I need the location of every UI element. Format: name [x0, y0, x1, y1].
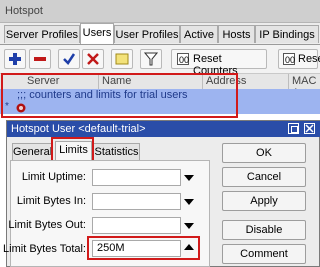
- reset-button[interactable]: 00 Reset: [278, 49, 320, 69]
- remove-button[interactable]: [29, 49, 51, 69]
- remove-icon: [34, 57, 46, 61]
- chevron-down-icon[interactable]: [184, 175, 194, 181]
- dialog-tab-general[interactable]: General: [12, 143, 53, 160]
- limit-bytes-out-label: Limit Bytes Out:: [8, 219, 86, 231]
- tab-users[interactable]: Users: [80, 23, 114, 44]
- svg-text:00: 00: [285, 55, 295, 65]
- apply-button[interactable]: Apply: [222, 191, 306, 211]
- highlight-rectangle: [87, 236, 200, 260]
- limit-bytes-in-input[interactable]: [92, 193, 181, 210]
- filter-icon: [144, 52, 158, 66]
- counter-icon: 00: [177, 53, 189, 65]
- enable-icon: [63, 53, 76, 65]
- tab-bar: Server Profiles Users User Profiles Acti…: [0, 23, 320, 45]
- add-icon: [9, 53, 21, 65]
- maximize-icon: [291, 126, 298, 133]
- highlight-rectangle: [1, 73, 238, 118]
- comment-button[interactable]: Comment: [222, 244, 306, 264]
- add-button[interactable]: [4, 49, 26, 69]
- cancel-button[interactable]: Cancel: [222, 167, 306, 187]
- chevron-down-icon[interactable]: [184, 199, 194, 205]
- disable-icon: [87, 53, 99, 65]
- limit-bytes-in-label: Limit Bytes In:: [16, 195, 86, 207]
- disable-button[interactable]: Disable: [222, 220, 306, 240]
- limit-uptime-input[interactable]: [92, 169, 181, 186]
- chevron-down-icon[interactable]: [184, 223, 194, 229]
- limit-uptime-label: Limit Uptime:: [21, 171, 86, 183]
- tab-user-profiles[interactable]: User Profiles: [114, 25, 180, 43]
- counter-icon: 00: [283, 53, 295, 65]
- tab-active[interactable]: Active: [180, 25, 218, 43]
- enable-button[interactable]: [58, 49, 80, 69]
- close-button[interactable]: [304, 123, 315, 134]
- window-title-bar: Hotspot: [0, 0, 320, 23]
- disable-button[interactable]: [82, 49, 104, 69]
- reset-counters-button[interactable]: 00 Reset Counters: [171, 49, 267, 77]
- svg-text:00: 00: [179, 55, 189, 65]
- limit-bytes-out-input[interactable]: [92, 217, 181, 234]
- tab-ip-bindings[interactable]: IP Bindings: [255, 25, 319, 43]
- filter-button[interactable]: [140, 49, 162, 69]
- window-title: Hotspot: [5, 5, 43, 17]
- column-divider: [288, 74, 289, 89]
- comment-icon: [115, 53, 129, 65]
- reset-label: Reset: [298, 53, 320, 65]
- toolbar: 00 Reset Counters 00 Reset: [0, 45, 320, 77]
- maximize-button[interactable]: [288, 123, 299, 134]
- ok-button[interactable]: OK: [222, 143, 306, 163]
- tab-server-profiles[interactable]: Server Profiles: [4, 25, 80, 43]
- dialog-title-bar: Hotspot User <default-trial>: [7, 121, 320, 137]
- close-icon: [305, 124, 314, 133]
- tab-hosts[interactable]: Hosts: [218, 25, 255, 43]
- dialog-tab-statistics[interactable]: Statistics: [93, 143, 140, 160]
- limit-bytes-total-label: Limit Bytes Total:: [3, 243, 86, 255]
- dialog-title: Hotspot User <default-trial>: [11, 123, 146, 135]
- comment-button[interactable]: [111, 49, 133, 69]
